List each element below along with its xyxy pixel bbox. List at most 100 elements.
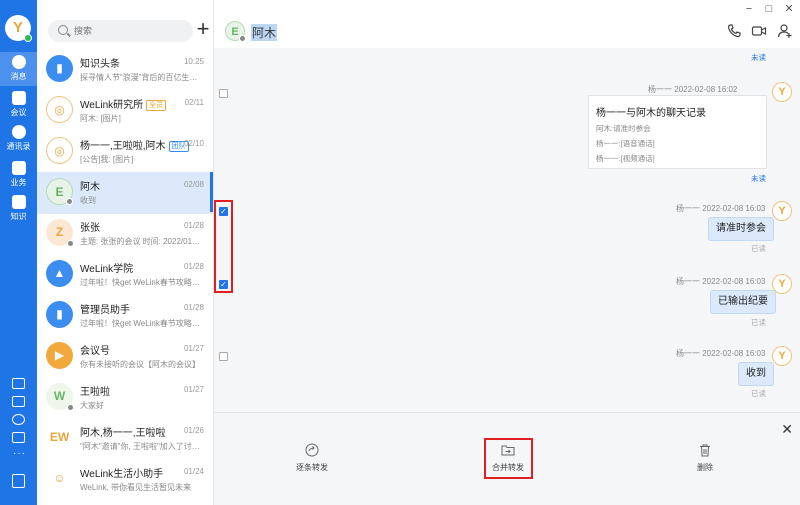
conversation-name: 管理员助手: [80, 301, 130, 316]
chat-title[interactable]: 阿木: [251, 24, 278, 41]
message-bubble[interactable]: 收到: [738, 362, 774, 386]
status-dot: [67, 404, 74, 411]
search-box[interactable]: [48, 20, 193, 42]
conversation-name: 会议号: [80, 342, 110, 357]
conversation-item[interactable]: Z 张张 01/28 主题: 张张的会议 时间: 2022/01/…: [37, 213, 213, 255]
conversation-item[interactable]: E 阿木 02/08 收到: [37, 172, 213, 214]
conversation-item[interactable]: ▮ 知识头条 10:25 探寻情人节“浪漫”背后的百亿生…: [37, 49, 213, 91]
conversation-name-text: 阿木,杨一一,王啦啦: [80, 428, 166, 439]
screen-share-icon[interactable]: [12, 432, 25, 443]
delete-button[interactable]: 删除: [675, 443, 735, 473]
conversation-name-text: 王啦啦: [80, 387, 110, 398]
building-icon[interactable]: [12, 474, 25, 488]
conversation-time: 01/28: [183, 262, 204, 271]
message-checkbox[interactable]: [219, 89, 228, 98]
conversation-avatar-glyph: ▶: [54, 348, 65, 362]
search-input[interactable]: [74, 23, 184, 39]
forward-each-label: 逐条转发: [296, 463, 328, 472]
conversation-time: 01/28: [183, 221, 204, 230]
sender-avatar[interactable]: Y: [772, 346, 792, 366]
conversation-item[interactable]: ◎ 杨一一,王啦啦,阿木 团队 02/10 [公告]我: [图片]: [37, 131, 213, 173]
message-bubble[interactable]: 已输出纪要: [710, 290, 776, 314]
conversation-avatar: W: [46, 383, 74, 411]
conversation-item[interactable]: EW 阿木,杨一一,王啦啦 01/26 "阿木"邀请"你, 王啦啦"加入了讨…: [37, 418, 213, 460]
nav-label: 知识: [10, 212, 27, 221]
conversation-name: 知识头条: [80, 55, 120, 70]
conversation-name: 王啦啦: [80, 383, 110, 398]
user-avatar[interactable]: Y: [5, 15, 32, 42]
conversation-avatar-glyph: EW: [49, 430, 70, 444]
message-area[interactable]: 未读 杨一一 2022-02-08 16:02 Y 杨一一与阿木的聊天记录 阿木…: [214, 48, 800, 412]
chat-record-line: 杨一一:[视频通话]: [596, 154, 655, 163]
conversation-time: 02/11: [184, 98, 204, 107]
cloud-drive-icon[interactable]: [12, 414, 25, 425]
maximize-button[interactable]: □: [762, 3, 776, 15]
conversation-name-text: WeLink生活小助手: [80, 469, 164, 480]
conversation-name-text: 管理员助手: [80, 305, 130, 316]
sender-avatar[interactable]: Y: [772, 82, 792, 102]
message-checkbox[interactable]: [219, 352, 228, 361]
video-call-icon[interactable]: [751, 23, 767, 39]
conversation-time: 01/27: [183, 385, 204, 394]
nav-item-meetings[interactable]: 会议: [0, 88, 37, 122]
calendar-icon[interactable]: [12, 378, 25, 389]
conversation-list-panel: + ▮ 知识头条 10:25 探寻情人节“浪漫”背后的百亿生… ◎ WeLink研究所全员…: [37, 0, 214, 505]
conversation-avatar: Z: [46, 219, 74, 247]
conversation-preview: 你有未接听的会议【阿木的会议】: [80, 360, 200, 369]
contact-avatar[interactable]: E: [225, 21, 246, 42]
chat-record-card[interactable]: 杨一一与阿木的聊天记录 阿木:请准时参会 杨一一:[语音通话] 杨一一:[视频通…: [588, 95, 767, 169]
conversation-name-text: 知识头条: [80, 59, 120, 70]
nav-item-messages[interactable]: 消息: [0, 52, 37, 86]
conversation-avatar-glyph: W: [53, 389, 66, 403]
conversation-name-text: WeLink学院: [80, 264, 134, 275]
read-status: 已读: [751, 318, 766, 327]
conversation-item[interactable]: ◎ WeLink研究所 全员 02/11 阿木: [图片]: [37, 90, 213, 132]
grid-apps-icon: [11, 161, 26, 175]
conversation-item[interactable]: W 王啦啦 01/27 大家好: [37, 377, 213, 419]
conversation-time: 10:25: [183, 57, 204, 66]
conversation-item[interactable]: ▮ 管理员助手 01/28 过年啦！快get WeLink春节攻略…: [37, 295, 213, 337]
conversation-preview: 阿木: [图片]: [80, 114, 121, 123]
message-sender-time: 杨一一 2022-02-08 16:03: [676, 349, 766, 358]
nav-item-knowledge[interactable]: 知识: [0, 192, 37, 226]
conversation-avatar-glyph: ▮: [56, 61, 63, 75]
nav-item-contacts[interactable]: 通讯录: [0, 122, 37, 156]
minimize-button[interactable]: −: [742, 3, 756, 15]
add-button[interactable]: +: [193, 18, 213, 42]
window-close-button[interactable]: ✕: [782, 3, 796, 15]
message-sender-time: 杨一一 2022-02-08 16:03: [676, 277, 766, 286]
conversation-preview: "阿木"邀请"你, 王啦啦"加入了讨…: [80, 442, 200, 451]
conversation-avatar-glyph: ▮: [56, 307, 63, 321]
conversation-item[interactable]: ☺ WeLink生活小助手 01/24 WeLink, 带你看见生活暂见未来: [37, 459, 213, 501]
conversation-avatar: EW: [46, 424, 73, 451]
conversation-avatar: ▮: [46, 55, 73, 82]
book-icon: [11, 195, 26, 209]
conversation-avatar: E: [46, 178, 73, 205]
close-selection-button[interactable]: ✕: [781, 421, 793, 438]
merged-forward-highlight-box: [484, 438, 533, 479]
sender-avatar[interactable]: Y: [772, 201, 792, 221]
conversation-avatar-glyph: Z: [55, 225, 64, 239]
message-bubble[interactable]: 请准时参会: [708, 217, 774, 241]
search-icon: [58, 25, 68, 35]
chat-header: E 阿木 − □ ✕: [214, 0, 800, 48]
conversation-name: WeLink生活小助手: [80, 465, 163, 480]
conversation-item[interactable]: ▶ 会议号 01/27 你有未接听的会议【阿木的会议】: [37, 336, 213, 378]
contact-avatar-letter: E: [231, 26, 239, 38]
conversation-name-text: 张张: [80, 223, 100, 234]
conversation-preview: [公告]我: [图片]: [80, 155, 134, 164]
more-icon[interactable]: ···: [13, 448, 26, 459]
left-nav: Y 消息 会议 通讯录 业务 知识 ···: [0, 0, 37, 505]
contacts-icon: [11, 125, 26, 139]
conversation-time: 02/08: [183, 180, 204, 189]
chat-record-line: 阿木:请准时参会: [596, 124, 651, 133]
conversation-avatar: ◎: [46, 96, 73, 123]
list-scrollbar[interactable]: [210, 172, 213, 212]
mail-icon[interactable]: [12, 396, 25, 407]
forward-each-button[interactable]: 逐条转发: [282, 443, 342, 473]
conversation-item[interactable]: ▲ WeLink学院 01/28 过年啦！快get WeLink春节攻略…: [37, 254, 213, 296]
phone-icon[interactable]: [726, 23, 742, 39]
selection-highlight-box: [214, 200, 233, 293]
nav-item-business[interactable]: 业务: [0, 158, 37, 192]
add-member-icon[interactable]: [777, 23, 793, 39]
